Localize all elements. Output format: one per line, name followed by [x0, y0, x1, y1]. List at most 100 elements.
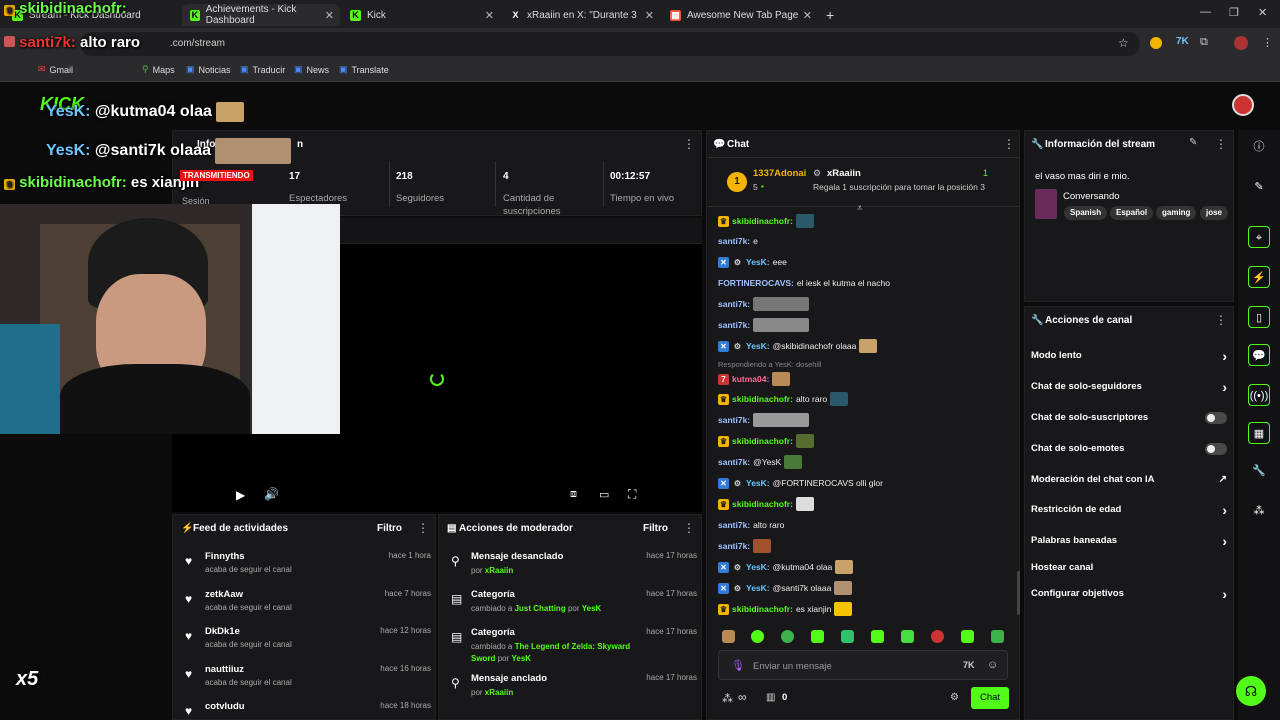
bookmark-maps[interactable]: ⚲ Maps — [142, 64, 175, 75]
bookmark-news[interactable]: ▣ News — [294, 64, 329, 75]
chat-scrollbar[interactable] — [1017, 571, 1020, 615]
emote-quick-slot[interactable] — [751, 630, 764, 643]
more-options-icon[interactable]: ⋮ — [417, 521, 429, 535]
category-name[interactable]: Conversando — [1063, 191, 1120, 202]
filter-button[interactable]: Filtro — [643, 523, 668, 534]
microphone-icon[interactable]: 🎙 — [731, 659, 745, 672]
feed-item[interactable]: ♥ DkDk1e acaba de seguir el canal hace 12 h… — [181, 626, 431, 662]
points-icon[interactable]: ⁂ — [722, 692, 733, 705]
channel-action-row[interactable]: Restricción de edad › — [1031, 502, 1227, 520]
tab-achievements[interactable]: K Achievements - Kick Dashboard ✕ — [182, 4, 340, 26]
7tv-icon[interactable]: 7K — [963, 660, 975, 670]
channel-action-row[interactable]: Configurar objetivos › — [1031, 586, 1227, 604]
channel-action-row[interactable]: Chat de solo-suscriptores — [1031, 412, 1227, 428]
send-chat-button[interactable]: Chat — [971, 687, 1009, 709]
more-options-icon[interactable]: ⋮ — [683, 521, 695, 535]
tab-kick[interactable]: K Kick ✕ — [342, 4, 500, 26]
chat-username[interactable]: YesK: — [746, 257, 770, 267]
bookmark-gmail[interactable]: ✉ Gmail — [38, 64, 73, 75]
chat-username[interactable]: santi7k: — [718, 299, 750, 309]
channel-action-row[interactable]: Palabras baneadas › — [1031, 533, 1227, 551]
stream-tag[interactable]: Spanish — [1064, 206, 1108, 220]
moderator-name[interactable]: YesK — [582, 604, 602, 613]
pinned-user[interactable]: xRaaiin — [827, 168, 861, 179]
moderator-name[interactable]: xRaaiin — [485, 688, 513, 697]
url-field[interactable]: .com/stream — [80, 32, 1140, 56]
feed-username[interactable]: zetkAaw — [205, 589, 243, 600]
emote-quick-slot[interactable] — [781, 630, 794, 643]
wrench-icon[interactable]: 🔧 — [1248, 460, 1270, 482]
more-options-icon[interactable]: ⋮ — [1003, 137, 1015, 151]
toggle-switch[interactable] — [1205, 412, 1227, 424]
channel-action-row[interactable]: Moderación del chat con IA ↗ — [1031, 474, 1227, 490]
volume-icon[interactable]: 🔊 — [264, 487, 279, 501]
more-options-icon[interactable]: ⋮ — [1215, 137, 1227, 151]
restore-icon[interactable]: ❐ — [1229, 6, 1239, 19]
close-tab-icon[interactable]: ✕ — [485, 9, 494, 22]
broadcast-icon[interactable]: ((•)) — [1248, 384, 1270, 406]
feed-username[interactable]: cotvludu — [205, 701, 245, 712]
fullscreen-icon[interactable]: ⛶ — [628, 487, 636, 502]
edit-pencil-icon[interactable]: ✎ — [1189, 137, 1197, 148]
new-tab-button[interactable]: + — [818, 4, 840, 26]
chat-username[interactable]: skibidinachofr: — [732, 216, 793, 226]
browser-menu-icon[interactable]: ⋮ — [1262, 36, 1273, 49]
stream-tag[interactable]: gaming — [1156, 206, 1197, 220]
target-icon[interactable]: ⌖ — [1248, 226, 1270, 248]
emote-quick-slot[interactable] — [722, 630, 735, 643]
channel-action-row[interactable]: Modo lento › — [1031, 348, 1227, 366]
feed-username[interactable]: DkDk1e — [205, 626, 240, 637]
moderator-name[interactable]: xRaaiin — [485, 566, 513, 575]
emote-quick-slot[interactable] — [811, 630, 824, 643]
document-icon[interactable]: ▯ — [1248, 306, 1270, 328]
channel-action-row[interactable]: Hostear canal — [1031, 562, 1227, 578]
channel-action-row[interactable]: Chat de solo-emotes — [1031, 443, 1227, 459]
feed-item[interactable]: ♥ zetkAaw acaba de seguir el canal hace 7 h… — [181, 589, 431, 625]
layout-icon[interactable]: ▦ — [1248, 422, 1270, 444]
stream-tag[interactable]: Español — [1110, 206, 1154, 220]
emote-quick-slot[interactable] — [991, 630, 1004, 643]
emoji-icon[interactable]: ☺ — [987, 659, 998, 671]
more-options-icon[interactable]: ⋮ — [683, 137, 695, 151]
window-close-icon[interactable]: ✕ — [1258, 6, 1267, 19]
chat-username[interactable]: santi7k: — [718, 541, 750, 551]
chat-username[interactable]: santi7k: — [718, 236, 750, 246]
chat-username[interactable]: YesK: — [746, 478, 770, 488]
chat-username[interactable]: santi7k: — [718, 520, 750, 530]
more-options-icon[interactable]: ⋮ — [1215, 313, 1227, 327]
close-tab-icon[interactable]: ✕ — [803, 9, 812, 22]
category-link[interactable]: Just Chatting — [515, 604, 566, 613]
chat-username[interactable]: YesK: — [746, 341, 770, 351]
feed-username[interactable]: nauttiiuz — [205, 664, 244, 675]
play-icon[interactable]: ▶ — [236, 488, 245, 502]
chat-username[interactable]: skibidinachofr: — [732, 604, 793, 614]
emote-quick-slot[interactable] — [901, 630, 914, 643]
bookmark-translate[interactable]: ▣ Translate — [339, 64, 389, 75]
emote-quick-slot[interactable] — [931, 630, 944, 643]
chat-username[interactable]: santi7k: — [718, 415, 750, 425]
chat-username[interactable]: santi7k: — [718, 320, 750, 330]
filter-button[interactable]: Filtro — [377, 523, 402, 534]
tab-x-post[interactable]: XxRaaiin en X: "Durante 3 días, M ✕ — [502, 4, 660, 26]
pencil-icon[interactable]: ✎ — [1248, 176, 1270, 198]
top-gifter-name[interactable]: 1337Adonai — [753, 168, 806, 179]
extension-icon[interactable] — [1150, 37, 1162, 49]
chat-icon[interactable]: 💬 — [1248, 344, 1270, 366]
feed-username[interactable]: Finnyths — [205, 551, 245, 562]
chat-username[interactable]: santi7k: — [718, 457, 750, 467]
emote-quick-slot[interactable] — [871, 630, 884, 643]
profile-avatar[interactable] — [1234, 36, 1248, 50]
picture-in-picture-icon[interactable]: ⧈ — [570, 488, 577, 501]
moderator-name[interactable]: YesK — [511, 654, 531, 663]
chat-username[interactable]: skibidinachofr: — [732, 394, 793, 404]
extensions-puzzle-icon[interactable]: ⧉ — [1200, 36, 1208, 49]
bolt-icon[interactable]: ⚡ — [1248, 266, 1270, 288]
close-tab-icon[interactable]: ✕ — [645, 9, 654, 22]
chat-username[interactable]: FORTINEROCAVS: — [718, 278, 794, 288]
feed-item[interactable]: ♥ nauttiiuz acaba de seguir el canal hace 1… — [181, 664, 431, 700]
emote-quick-slot[interactable] — [961, 630, 974, 643]
toggle-switch[interactable] — [1205, 443, 1227, 455]
gift-box-icon[interactable]: ▥ — [766, 692, 775, 703]
feed-item[interactable]: ♥ cotvludu hace 18 horas — [181, 701, 431, 720]
feed-item[interactable]: ♥ Finnyths acaba de seguir el canal hace 1 … — [181, 551, 431, 587]
